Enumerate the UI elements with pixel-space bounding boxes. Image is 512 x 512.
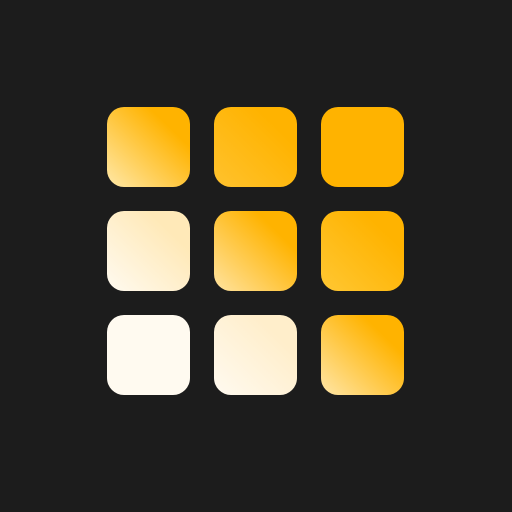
grid-tile-1-1: [107, 107, 190, 187]
app-icon: [0, 0, 512, 512]
tile-grid-icon: [107, 107, 405, 395]
grid-tile-3-1: [107, 315, 190, 395]
grid-tile-1-3: [321, 107, 404, 187]
grid-tile-2-3: [321, 211, 404, 291]
grid-tile-2-1: [107, 211, 190, 291]
grid-tile-3-3: [321, 315, 404, 395]
grid-tile-3-2: [214, 315, 297, 395]
grid-tile-1-2: [214, 107, 297, 187]
grid-tile-2-2: [214, 211, 297, 291]
